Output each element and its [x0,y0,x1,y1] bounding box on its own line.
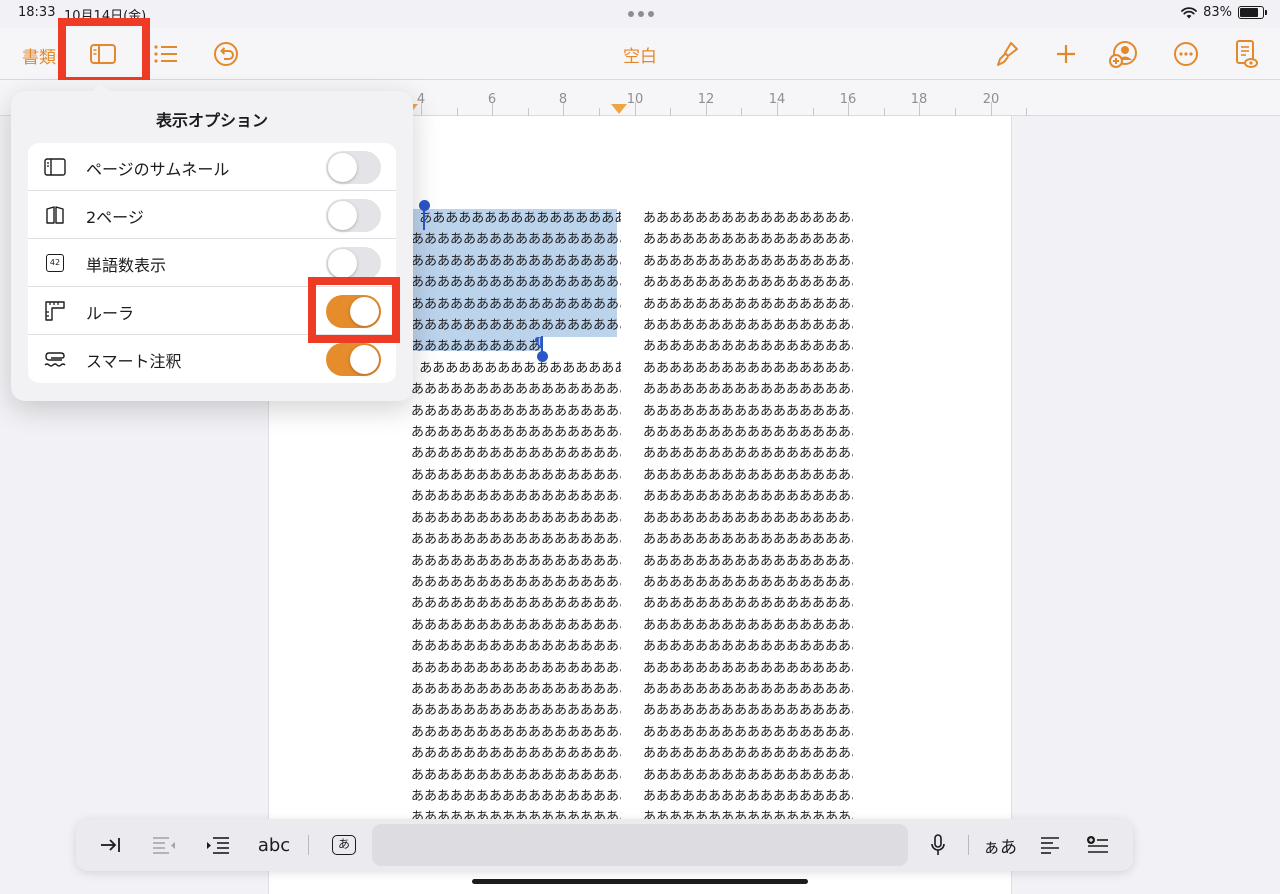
ruler-tick [955,108,956,116]
home-indicator[interactable] [472,879,808,884]
sidebar-icon [90,44,116,64]
ruler-tick [1026,108,1027,116]
microphone-icon [931,834,945,855]
separator [968,835,969,855]
ruler-icon [43,300,67,322]
option-label: 2ページ [86,208,144,227]
ruler-tick [599,108,600,116]
status-time: 18:33 [18,5,56,20]
option-row-page-thumbnails[interactable]: ページのサムネール [28,143,396,191]
increase-indent-button[interactable] [200,827,236,863]
decrease-indent-button[interactable] [146,827,182,863]
option-row-ruler[interactable]: ルーラ [28,287,396,335]
collaborate-button[interactable] [1106,36,1142,72]
undo-icon [214,42,238,66]
format-button[interactable] [989,36,1025,72]
document-preview-icon [1236,40,1258,68]
word-count-icon: 42 [43,252,67,274]
ruler-tick [457,108,458,116]
word-count-toggle[interactable] [326,247,381,280]
text-column-2[interactable]: ああああああああああああああああ ああ ああああああああああああああ ああああ ああ… [643,208,853,850]
ruler-label: 8 [558,92,568,107]
ruler-label: 10 [626,92,644,107]
option-label: 単語数表示 [86,256,167,275]
option-row-smart-annotation[interactable]: スマート注釈 [28,335,396,383]
document-options-button[interactable] [1228,36,1264,72]
dictation-button[interactable] [920,827,956,863]
spellcheck-button[interactable]: abc [254,827,294,863]
multitasking-dots-icon[interactable] [628,11,654,17]
undo-button[interactable] [208,36,244,72]
insert-text-button[interactable] [1080,827,1116,863]
smart-annotation-toggle[interactable] [326,343,381,376]
kana-label: あ [332,835,356,855]
ruler-label: 12 [697,92,715,107]
two-pages-toggle[interactable] [326,199,381,232]
battery-icon [1238,6,1267,19]
plus-icon [1057,45,1075,63]
ruler-tick [813,108,814,116]
popover-title: 表示オプション [155,111,268,130]
battery-percent: 83% [1203,5,1232,20]
insert-list-icon [1087,836,1108,853]
ruler-tick [884,108,885,116]
predictive-text-field[interactable] [372,824,908,866]
ruler-label: 14 [768,92,786,107]
documents-button[interactable]: 書類 [22,43,56,68]
font-size-button[interactable]: ぁあ [980,827,1020,863]
align-button[interactable] [1032,827,1068,863]
ruler-tick [741,108,742,116]
wifi-icon [1181,6,1197,18]
outdent-icon [153,837,175,854]
ruler-tick [670,108,671,116]
selection-end-handle[interactable] [537,351,548,362]
align-left-icon [1041,837,1059,854]
option-row-two-pages[interactable]: 2ページ [28,191,396,239]
view-options-popover: 表示オプション ページのサムネール 2ページ 42 単語数表示 ルーラ スマート… [11,83,413,401]
view-options-button[interactable] [85,36,121,72]
tab-button[interactable] [92,827,128,863]
status-bar: 18:33 10月14日(金) 83% [0,0,1280,28]
add-person-icon [1109,41,1137,68]
more-button[interactable] [1168,36,1204,72]
option-row-word-count[interactable]: 42 単語数表示 [28,239,396,287]
text-column-1[interactable]: あああああああああああああああああ ああああああああああああああああ ああ あああ… [411,208,621,850]
insert-button[interactable] [1048,36,1084,72]
kana-button[interactable]: あ [326,827,362,863]
keyboard-shortcut-bar: abc あ ぁあ [76,819,1133,871]
ellipsis-icon [1174,42,1198,66]
word-count-icon-text: 42 [46,254,64,272]
right-indent-marker[interactable] [611,104,627,114]
ruler-toggle[interactable] [326,295,381,328]
smart-annotation-icon [43,348,67,370]
option-label: スマート注釈 [86,352,182,371]
ruler-tick [528,108,529,116]
ruler-label: 16 [839,92,857,107]
tab-icon [101,838,120,852]
view-options-list: ページのサムネール 2ページ 42 単語数表示 ルーラ スマート注釈 [28,143,396,383]
separator [308,835,309,855]
ruler-label: 4 [416,92,426,107]
paintbrush-icon [997,42,1018,66]
list-icon [154,45,177,63]
indent-icon [207,837,229,854]
selection-start-caret [423,208,425,230]
two-pages-icon [43,204,67,226]
ruler-label: 20 [982,92,1000,107]
document-title[interactable]: 空白 [540,42,740,67]
option-label: ページのサムネール [86,160,230,179]
status-date: 10月14日(金) [64,9,147,24]
page-thumbnails-toggle[interactable] [326,151,381,184]
ruler-label: 18 [910,92,928,107]
option-label: ルーラ [86,304,135,323]
page-thumbnail-icon [43,156,67,178]
toolbar: 書類 空白 [0,28,1280,80]
ruler-label: 6 [487,92,497,107]
list-button[interactable] [148,36,184,72]
